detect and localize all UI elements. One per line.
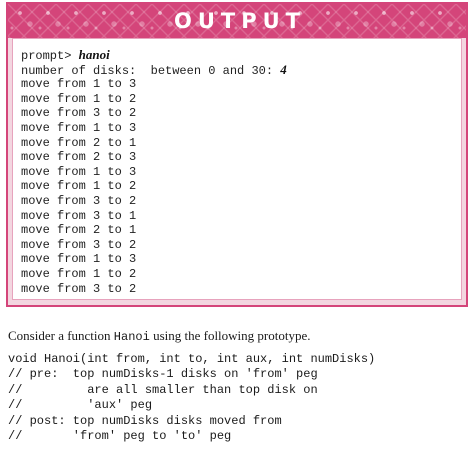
move-line: move from 2 to 3 [21, 150, 137, 165]
move-line: move from 1 to 3 [21, 77, 137, 92]
move-line: move from 1 to 3 [21, 164, 137, 179]
move-line: move from 1 to 2 [21, 266, 137, 281]
description-text: Consider a function Hanoi using the foll… [8, 328, 311, 344]
prompt-line: prompt> hanoi [21, 47, 461, 63]
function-name: Hanoi [113, 330, 150, 344]
function-prototype: void Hanoi(int from, int to, int aux, in… [8, 352, 376, 366]
code-comment-line: // pre: top numDisks-1 disks on 'from' p… [8, 367, 318, 382]
disks-count-input: 4 [280, 61, 287, 77]
disks-query-label: number of disks: between 0 and 30: [21, 63, 281, 78]
terminal-output: prompt> hanoi number of disks: between 0… [12, 38, 462, 300]
code-comment-line: // are all smaller than top disk on [8, 382, 318, 397]
move-line: move from 1 to 2 [21, 179, 137, 194]
output-header-banner: OUTPUT [8, 4, 466, 38]
move-line: move from 1 to 3 [21, 252, 137, 267]
move-line: move from 2 to 1 [21, 223, 137, 238]
code-listing: void Hanoi(int from, int to, int aux, in… [8, 352, 375, 444]
move-line: move from 3 to 2 [21, 193, 137, 208]
move-line: move from 3 to 1 [21, 208, 137, 223]
description-after: using the following prototype. [149, 328, 311, 343]
disks-query-line: number of disks: between 0 and 30: 4 [21, 61, 461, 78]
code-comment-line: // post: top numDisks disks moved from [8, 413, 282, 428]
move-line: move from 3 to 2 [21, 237, 137, 252]
moves-list: move from 1 to 3 move from 1 to 2 move fro… [21, 77, 461, 296]
move-line: move from 1 to 2 [21, 91, 137, 106]
output-title: OUTPUT [174, 9, 306, 33]
move-line: move from 2 to 1 [21, 135, 137, 150]
code-comment-line: // 'from' peg to 'to' peg [8, 428, 232, 443]
code-comment-line: // 'aux' peg [8, 398, 153, 413]
move-line: move from 3 to 2 [21, 281, 137, 296]
move-line: move from 3 to 2 [21, 106, 137, 121]
output-panel: OUTPUT prompt> hanoi number of disks: be… [6, 2, 468, 307]
move-line: move from 1 to 3 [21, 120, 137, 135]
command-input: hanoi [78, 47, 110, 62]
description-before: Consider a function [8, 328, 114, 343]
prompt-text: prompt> [21, 49, 79, 63]
